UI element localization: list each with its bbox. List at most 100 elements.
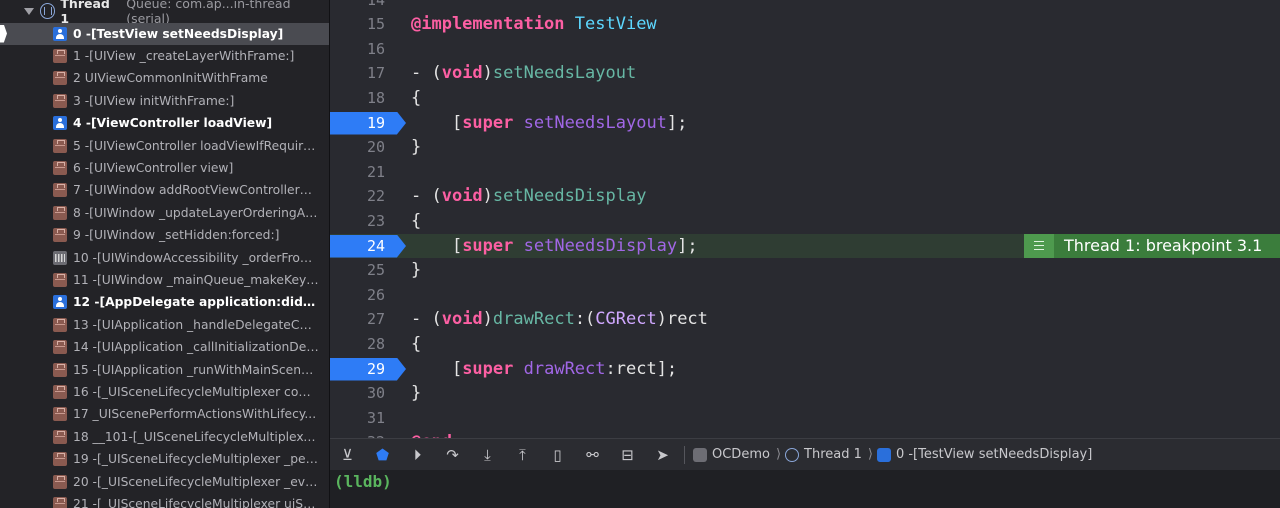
user-code-icon: [876, 447, 891, 462]
code-token: :(: [574, 309, 596, 330]
breakpoints-toggle-button[interactable]: ⬟: [365, 439, 400, 470]
app-icon: [693, 447, 707, 462]
code-text: [super setNeedsLayout];: [411, 111, 687, 136]
stack-frame[interactable]: 12 -[AppDelegate application:didFinish..…: [0, 291, 329, 313]
stack-frame-label: 9 -[UIWindow _setHidden:forced:]: [73, 228, 280, 243]
code-text: - (void)setNeedsDisplay: [411, 184, 646, 209]
framework-briefcase-icon: [53, 474, 67, 489]
stack-frame-label: 20 -[_UISceneLifecycleMultiplexer _eva..…: [73, 474, 325, 489]
continue-button[interactable]: ⏵: [400, 439, 435, 470]
stack-frame-label: 6 -[UIViewController view]: [73, 161, 234, 176]
line-number: 19: [366, 113, 385, 132]
toolbar-separator: [684, 445, 685, 464]
stack-frame[interactable]: 4 -[ViewController loadView]: [0, 112, 329, 134]
stack-frame[interactable]: 16 -[_UISceneLifecycleMultiplexer com...: [0, 381, 329, 403]
line-number: 15: [366, 15, 385, 34]
code-line[interactable]: 16: [330, 37, 1280, 62]
lldb-console[interactable]: (lldb): [330, 470, 1280, 508]
code-token: {: [411, 333, 422, 354]
code-line[interactable]: 30}: [330, 381, 1280, 406]
code-token: }: [411, 383, 422, 404]
line-number: 21: [366, 162, 385, 181]
stack-frame[interactable]: 11 -[UIWindow _mainQueue_makeKeyA...: [0, 269, 329, 291]
code-text: - (void)drawRect:(CGRect)rect: [411, 307, 708, 332]
breadcrumb-item[interactable]: Thread 1: [785, 447, 862, 462]
stack-frame[interactable]: 1 -[UIView _createLayerWithFrame:]: [0, 45, 329, 67]
code-line[interactable]: 14: [330, 0, 1280, 12]
code-token: setNeedsDisplay: [523, 235, 678, 256]
view-hierarchy-button[interactable]: ▯: [540, 439, 575, 470]
code-token: )rect: [656, 309, 708, 330]
line-number: 28: [366, 334, 385, 353]
thread-row[interactable]: Thread 1 Queue: com.ap...in-thread (seri…: [0, 0, 329, 26]
stack-frame[interactable]: 17 _UIScenePerformActionsWithLifecy...: [0, 403, 329, 425]
code-token: ];: [666, 112, 688, 133]
environment-overrides-button[interactable]: ⊟: [610, 439, 645, 470]
memory-graph-button[interactable]: ⚯: [575, 439, 610, 470]
code-line[interactable]: 32 @end: [330, 430, 1280, 438]
stack-frame[interactable]: 7 -[UIWindow addRootViewControllerVi...: [0, 179, 329, 201]
code-line[interactable]: 20}: [330, 135, 1280, 160]
stack-frame[interactable]: 21 -[_UISceneLifecycleMultiplexer uiSc..…: [0, 493, 329, 508]
code-line[interactable]: 25}: [330, 258, 1280, 283]
stack-frame[interactable]: 6 -[UIViewController view]: [0, 157, 329, 179]
code-text: {: [411, 86, 421, 111]
stack-frame[interactable]: 9 -[UIWindow _setHidden:forced:]: [0, 224, 329, 246]
code-line[interactable]: 22 - (void)setNeedsDisplay: [330, 184, 1280, 209]
code-line[interactable]: 29 [super drawRect:rect];: [330, 357, 1280, 382]
simulate-location-button[interactable]: ➤: [645, 439, 680, 470]
breadcrumb-item[interactable]: 0 -[TestView setNeedsDisplay]: [876, 447, 1092, 462]
stack-frame[interactable]: 19 -[_UISceneLifecycleMultiplexer _per..…: [0, 448, 329, 470]
code-token: }: [411, 137, 422, 158]
stack-frame-label: 0 -[TestView setNeedsDisplay]: [73, 26, 284, 41]
code-line[interactable]: 31: [330, 406, 1280, 431]
stack-frame-label: 5 -[UIViewController loadViewIfRequired]: [73, 138, 324, 153]
code-line[interactable]: 26: [330, 283, 1280, 308]
hide-debug-area-button[interactable]: ⊻: [330, 439, 365, 470]
step-into-button[interactable]: ⤓: [470, 439, 505, 470]
stack-frame[interactable]: 10 -[UIWindowAccessibility _orderFront..…: [0, 247, 329, 269]
code-token: {: [411, 87, 422, 108]
stack-frame[interactable]: 18 __101-[_UISceneLifecycleMultiplexe...: [0, 426, 329, 448]
code-line[interactable]: 17 - (void)setNeedsLayout: [330, 61, 1280, 86]
code-line[interactable]: 24 [super setNeedsDisplay]; Thread 1: bre…: [330, 233, 1280, 259]
breakpoint-hit-badge[interactable]: Thread 1: breakpoint 3.1: [1024, 233, 1280, 258]
code-token: - (: [411, 186, 442, 207]
stack-frame-label: 11 -[UIWindow _mainQueue_makeKeyA...: [73, 273, 327, 288]
code-line[interactable]: 18 {: [330, 86, 1280, 111]
code-line[interactable]: 28 {: [330, 332, 1280, 357]
stack-frame[interactable]: 13 -[UIApplication _handleDelegateCall..…: [0, 314, 329, 336]
stack-frame[interactable]: 2 UIViewCommonInitWithFrame: [0, 67, 329, 89]
disclosure-triangle-icon[interactable]: [24, 7, 34, 15]
code-line[interactable]: 27 - (void)drawRect:(CGRect)rect: [330, 307, 1280, 332]
stack-frame[interactable]: 15 -[UIApplication _runWithMainScene:...: [0, 359, 329, 381]
step-out-button[interactable]: ⤒: [505, 439, 540, 470]
stack-frame[interactable]: 8 -[UIWindow _updateLayerOrderingAn...: [0, 202, 329, 224]
stack-frame[interactable]: 14 -[UIApplication _callInitializationDe…: [0, 336, 329, 358]
code-token: ): [482, 63, 493, 84]
stack-frame[interactable]: 3 -[UIView initWithFrame:]: [0, 90, 329, 112]
stack-frame[interactable]: 20 -[_UISceneLifecycleMultiplexer _eva..…: [0, 471, 329, 493]
step-over-button[interactable]: ↷: [435, 439, 470, 470]
code-line[interactable]: 23 {: [330, 209, 1280, 234]
stack-frame-label: 18 __101-[_UISceneLifecycleMultiplexe...: [73, 429, 323, 444]
breadcrumb-item[interactable]: OCDemo: [693, 447, 770, 462]
stack-frame[interactable]: 5 -[UIViewController loadViewIfRequired]: [0, 135, 329, 157]
stack-frame-label: 1 -[UIView _createLayerWithFrame:]: [73, 49, 295, 64]
line-number: 16: [366, 39, 385, 58]
code-token: setNeedsDisplay: [492, 186, 647, 207]
code-line[interactable]: 19 [super setNeedsLayout];: [330, 111, 1280, 136]
code-line[interactable]: 15 @implementation TestView: [330, 12, 1280, 37]
source-editor[interactable]: 1415@implementation TestView 16 17- (void)…: [330, 0, 1280, 438]
framework-column-icon: [53, 250, 67, 265]
thread-icon: [40, 3, 56, 19]
stack-frame-label: 17 _UIScenePerformActionsWithLifecy...: [73, 407, 317, 422]
code-line[interactable]: 21: [330, 160, 1280, 185]
user-code-icon: [53, 295, 67, 310]
stack-frame-label: 12 -[AppDelegate application:didFinish..…: [73, 295, 329, 310]
stack-frame[interactable]: 0 -[TestView setNeedsDisplay]: [0, 22, 329, 45]
code-token: :rect];: [605, 358, 678, 379]
